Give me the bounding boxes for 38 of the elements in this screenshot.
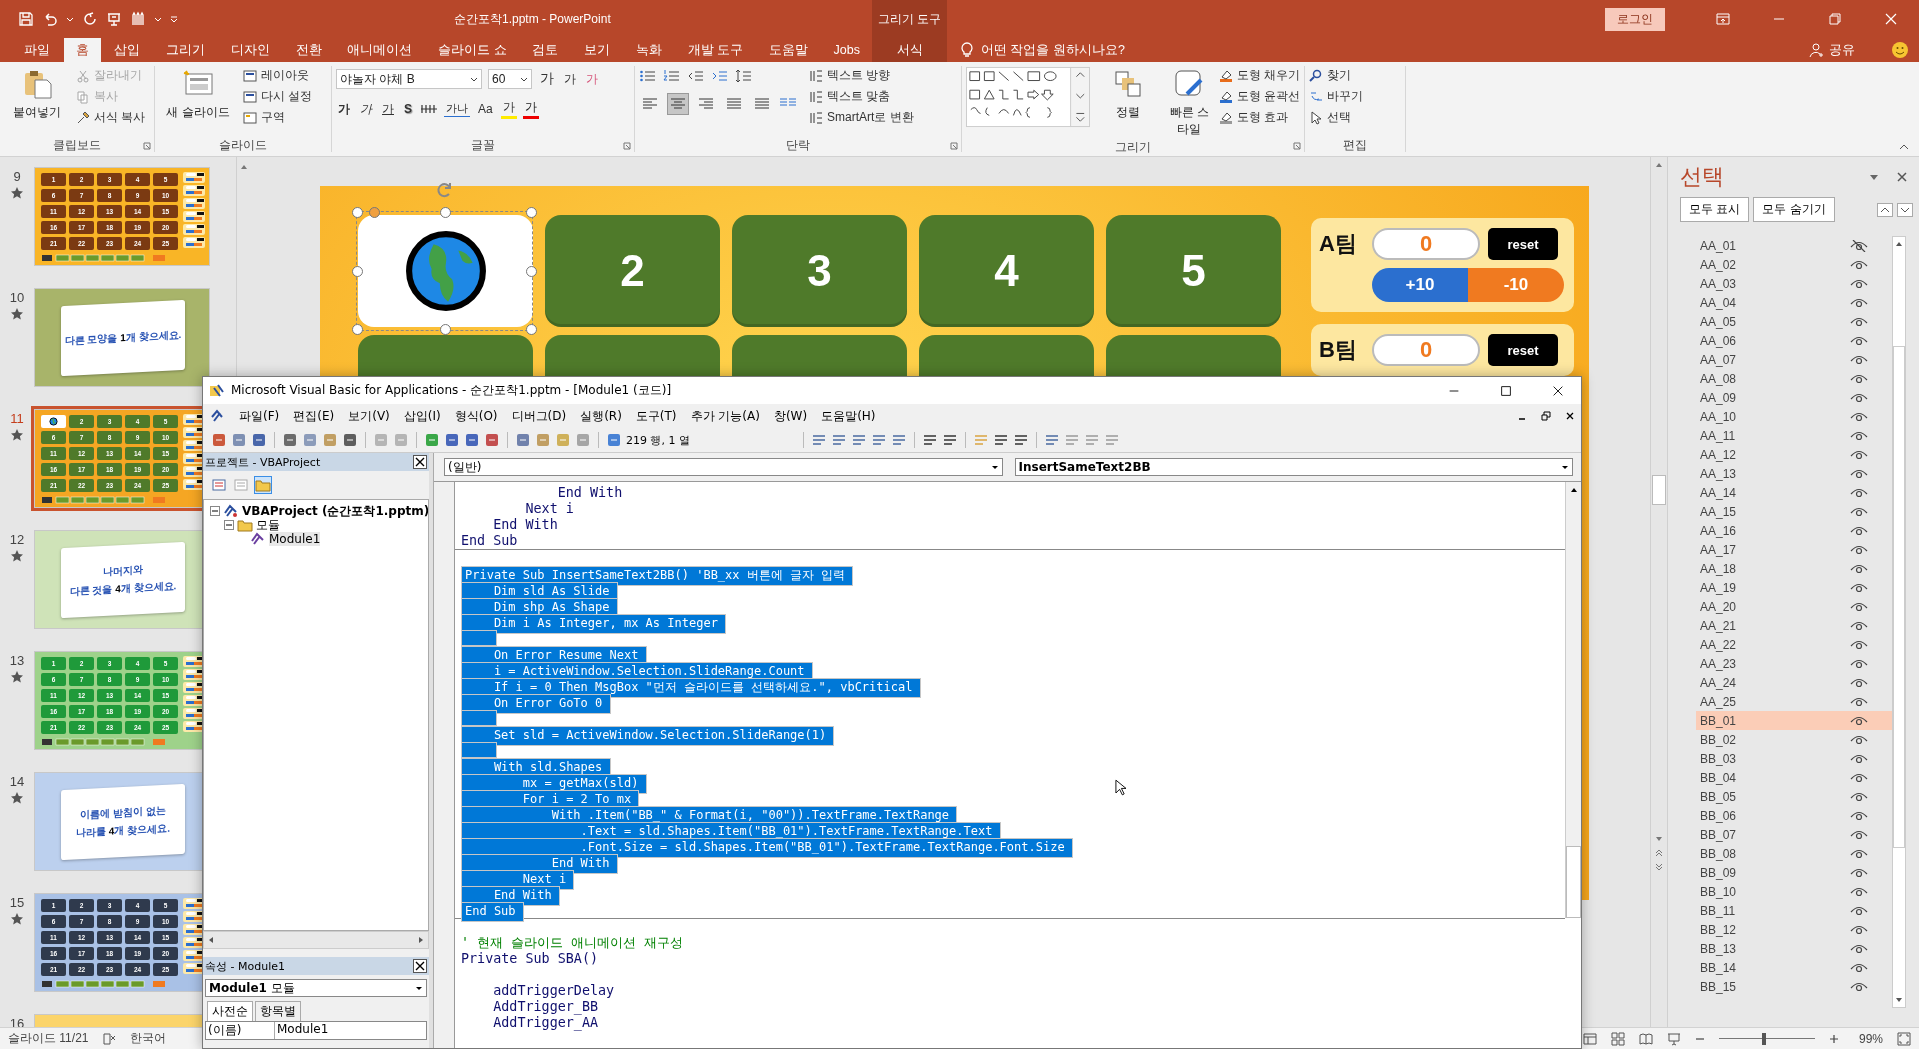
- group-label: 단락: [785, 138, 811, 152]
- group-label: 편집: [1342, 138, 1368, 152]
- instruction-text: 나머지와: [103, 562, 143, 580]
- code-line: End With: [556, 485, 624, 501]
- window-title: Microsoft Visual Basic for Applications - 순간포착1.pptm - [Module1 (코드)]: [231, 382, 672, 399]
- instruction-text: 나라를 4개 찾으세요.: [76, 821, 170, 841]
- window-title: 순간포착1.pptm - PowerPoint: [454, 10, 612, 28]
- instruction-text: 다른 것을 4개 찾으세요.: [69, 579, 177, 599]
- slide-number: 15: [9, 895, 25, 910]
- slide-counter: 슬라이드 11/21: [8, 1030, 89, 1047]
- cursor-position: 219 행, 1 열: [626, 432, 691, 448]
- team-name: B팀: [1319, 336, 1358, 364]
- pane-title: 선택: [1680, 163, 1724, 191]
- property-name: (이름): [206, 1022, 275, 1039]
- code-comment: ' 현재 슬라이드 애니메이션 재구성: [461, 935, 685, 951]
- instruction-text: 다른 모양을 1개 찾으세요.: [64, 327, 182, 349]
- code-line: Next i: [524, 501, 575, 517]
- instruction-text: 이름에 받침이 없는: [80, 803, 166, 823]
- slide-number: 13: [9, 653, 25, 668]
- code-line: AddTrigger_BB: [492, 999, 600, 1015]
- code-line: addTriggerDelay: [492, 983, 616, 999]
- code-line: End With: [492, 517, 559, 533]
- slide-number: 12: [9, 532, 25, 547]
- contextual-header: 그리기 도구: [872, 0, 947, 38]
- team-name: A팀: [1319, 230, 1358, 258]
- score-display: 0: [1372, 334, 1480, 366]
- code-line: Private Sub SBA(): [461, 951, 600, 967]
- slide-number: 9: [13, 169, 21, 184]
- slide-number: 10: [9, 290, 25, 305]
- slide-number: 11: [10, 411, 24, 426]
- score-display: 0: [1372, 228, 1480, 260]
- slide-number: 14: [9, 774, 25, 789]
- code-line: End Sub: [461, 533, 519, 549]
- group-label: 클립보드: [52, 138, 102, 152]
- code-line: AddTrigger_AA: [492, 1015, 600, 1031]
- group-label: 글꼴: [470, 138, 496, 152]
- group-label: 그리기: [1114, 140, 1152, 154]
- group-label: 슬라이드: [218, 138, 268, 152]
